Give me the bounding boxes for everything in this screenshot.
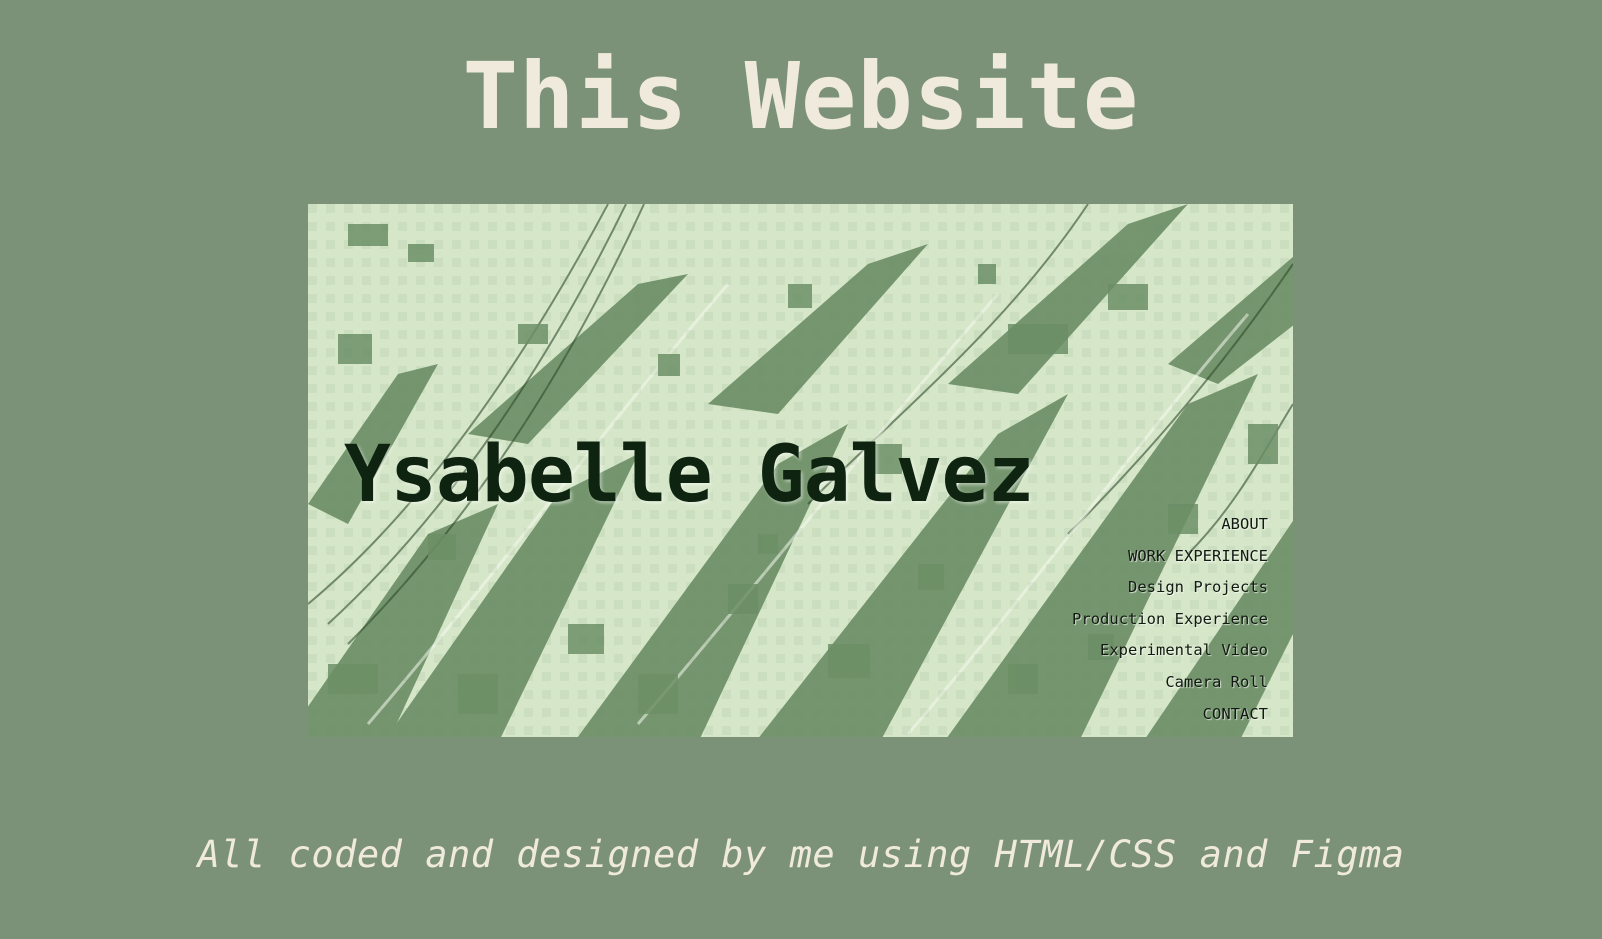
nav-item-work-experience[interactable]: WORK EXPERIENCE [1072,541,1268,573]
nav-item-design-projects[interactable]: Design Projects [1072,572,1268,604]
website-preview-image: Ysabelle Galvez ABOUT WORK EXPERIENCE De… [308,204,1293,737]
preview-site-name: Ysabelle Galvez [344,430,1034,520]
nav-item-experimental-video[interactable]: Experimental Video [1072,635,1268,667]
preview-nav-menu: ABOUT WORK EXPERIENCE Design Projects Pr… [1072,509,1268,730]
page-title: This Website [462,43,1140,150]
project-caption: All coded and designed by me using HTML/… [197,833,1405,876]
nav-item-about[interactable]: ABOUT [1072,509,1268,541]
nav-item-contact[interactable]: CONTACT [1072,699,1268,731]
nav-item-camera-roll[interactable]: Camera Roll [1072,667,1268,699]
nav-item-production-experience[interactable]: Production Experience [1072,604,1268,636]
